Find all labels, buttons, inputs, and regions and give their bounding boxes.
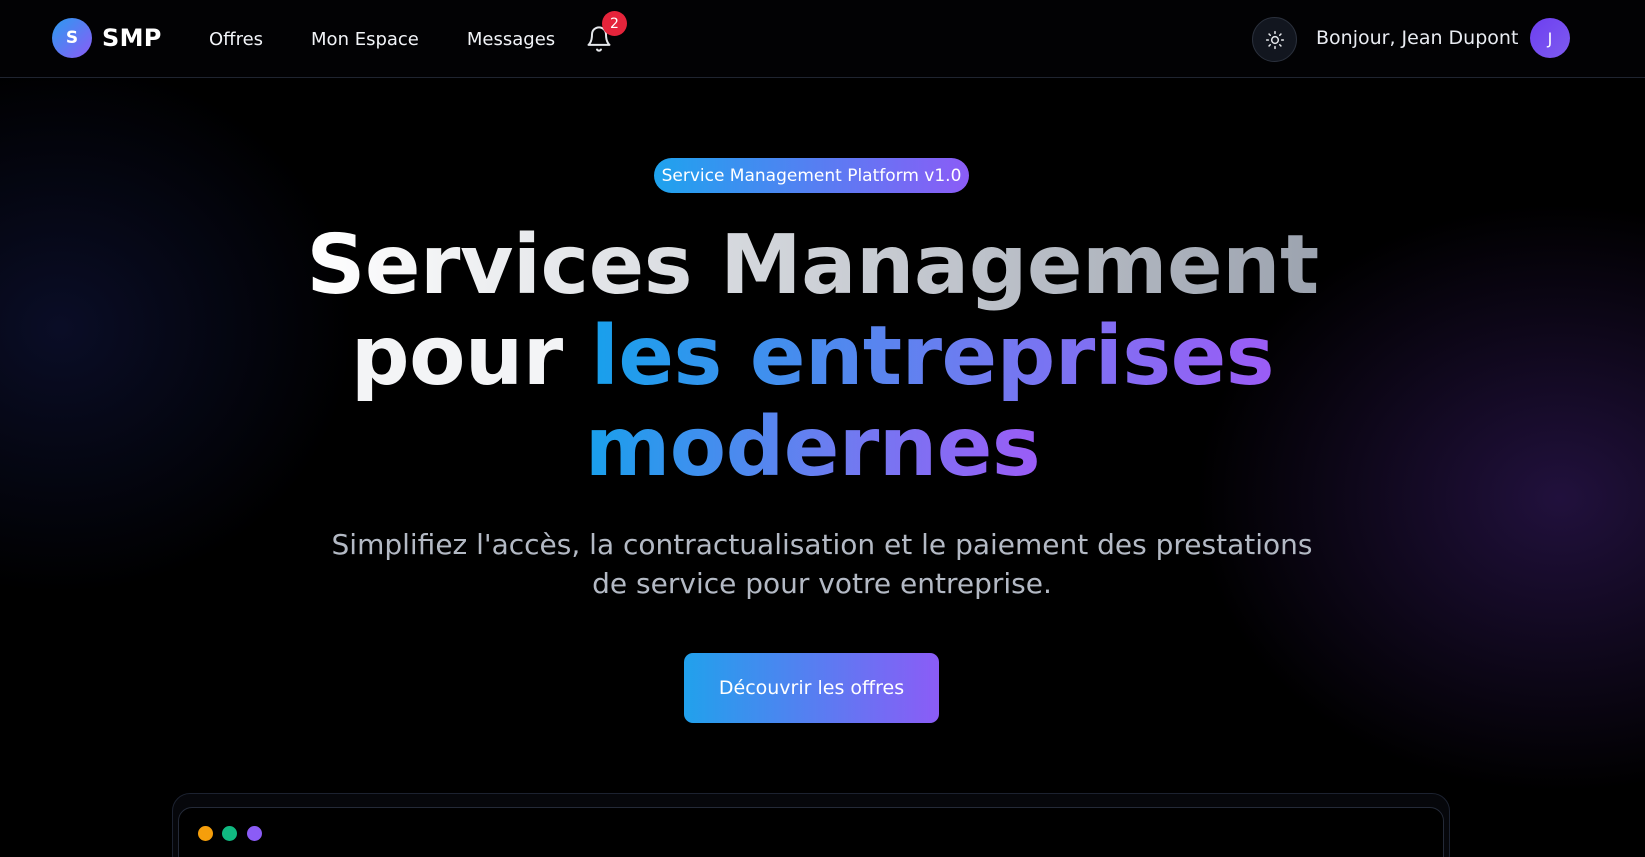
hero-subtitle: Simplifiez l'accès, la contractualisatio…	[331, 528, 1313, 600]
user-greeting: Bonjour, Jean Dupont	[1316, 27, 1519, 49]
nav-link-offres[interactable]: Offres	[209, 29, 263, 50]
hero-title-highlight-2: modernes	[584, 400, 1041, 495]
hero-title-highlight-1: les entreprises	[590, 309, 1275, 404]
theme-toggle-button[interactable]	[1252, 17, 1297, 62]
discover-offers-button[interactable]: Découvrir les offres	[684, 653, 939, 723]
logo-text: SMP	[102, 24, 162, 52]
hero-title-pour: pour	[350, 309, 591, 404]
hero-title: Services Management pour les entreprises…	[280, 220, 1345, 493]
window-dot-purple	[247, 826, 262, 841]
user-avatar[interactable]: J	[1530, 18, 1570, 58]
main-nav: Offres Mon Espace Messages	[209, 29, 603, 50]
logo[interactable]: S SMP	[52, 18, 162, 58]
notification-count-badge: 2	[602, 11, 627, 36]
version-badge: Service Management Platform v1.0	[654, 158, 969, 193]
window-dot-orange	[198, 826, 213, 841]
hero-title-line1: Services Management	[306, 218, 1319, 313]
app-preview-window	[178, 807, 1444, 857]
logo-badge: S	[52, 18, 92, 58]
top-navbar: S SMP Offres Mon Espace Messages 2 Bonjo…	[0, 0, 1645, 78]
nav-link-messages[interactable]: Messages	[467, 29, 555, 50]
sun-icon	[1265, 30, 1284, 49]
window-dot-green	[222, 826, 237, 841]
nav-link-mon-espace[interactable]: Mon Espace	[311, 29, 419, 50]
